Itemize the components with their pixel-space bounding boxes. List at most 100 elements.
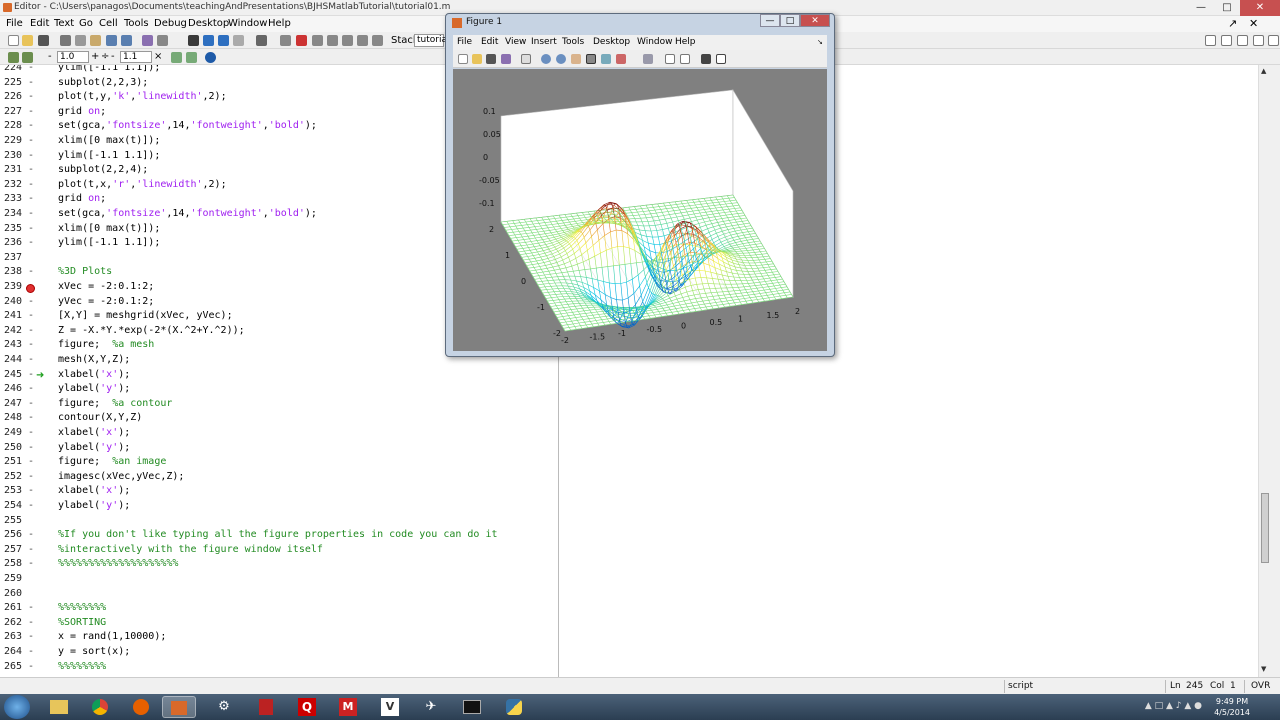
menu-help[interactable]: Help bbox=[268, 18, 291, 29]
tile-icon[interactable] bbox=[1205, 35, 1216, 46]
divide-button[interactable]: ÷ bbox=[101, 51, 109, 62]
breakpoint-gutter[interactable]: - bbox=[28, 106, 34, 117]
code-line[interactable]: 246- ylabel('y'); bbox=[0, 383, 1258, 398]
code-line[interactable]: 256- %If you don't like typing all the fi… bbox=[0, 529, 1258, 544]
menu-desktop[interactable]: Desktop bbox=[188, 18, 229, 29]
scroll-up-icon[interactable]: ▲ bbox=[1261, 67, 1270, 75]
matlab-task-icon[interactable] bbox=[162, 696, 196, 718]
cell-icon[interactable] bbox=[8, 52, 19, 63]
link-plot-icon[interactable] bbox=[643, 54, 653, 64]
figure-window[interactable]: Figure 1 — □ ✕ File Edit View Insert Too… bbox=[445, 13, 835, 357]
breakpoint-gutter[interactable]: - bbox=[28, 500, 34, 511]
set-breakpoint-icon[interactable] bbox=[280, 35, 291, 46]
menu-tools[interactable]: Tools bbox=[124, 18, 149, 29]
breakpoint-gutter[interactable]: - bbox=[28, 164, 34, 175]
figure-menu-help[interactable]: Help bbox=[675, 37, 696, 47]
code-line[interactable]: 248- contour(X,Y,Z) bbox=[0, 412, 1258, 427]
maximize-button[interactable]: □ bbox=[1214, 0, 1240, 16]
close-button[interactable]: ✕ bbox=[1240, 0, 1280, 16]
eval-advance-icon[interactable] bbox=[186, 52, 197, 63]
figure-canvas[interactable]: 0.1 0.05 0 -0.05 -0.1 2 1 0 -1 -2 -2 -1.5 -1 -0.5 0 0.5… bbox=[453, 69, 827, 351]
cell-run-icon[interactable] bbox=[22, 52, 33, 63]
breakpoint-gutter[interactable]: - bbox=[28, 325, 34, 336]
breakpoint-gutter[interactable]: - bbox=[28, 427, 34, 438]
system-tray[interactable]: ▲ □ ▲ ♪ ▲ ● bbox=[1145, 701, 1202, 711]
zoom-in-icon[interactable] bbox=[541, 54, 551, 64]
code-line[interactable]: 264- y = sort(x); bbox=[0, 646, 1258, 661]
explorer-icon[interactable] bbox=[42, 696, 76, 718]
breakpoint-gutter[interactable]: - bbox=[28, 77, 34, 88]
colorbar-icon[interactable] bbox=[665, 54, 675, 64]
decrement-2-button[interactable]: - bbox=[111, 51, 115, 62]
code-line[interactable]: 262- %SORTING bbox=[0, 617, 1258, 632]
figure-print-icon[interactable] bbox=[501, 54, 511, 64]
pointer-icon[interactable] bbox=[521, 54, 531, 64]
python-icon[interactable] bbox=[497, 696, 531, 718]
step-icon[interactable] bbox=[312, 35, 323, 46]
float-icon[interactable] bbox=[1253, 35, 1264, 46]
breakpoint-gutter[interactable]: - bbox=[28, 91, 34, 102]
figure-menu-edit[interactable]: Edit bbox=[481, 37, 498, 47]
figure-menu-desktop[interactable]: Desktop bbox=[593, 37, 630, 47]
quicken-icon[interactable]: Q bbox=[290, 696, 324, 718]
breakpoint-gutter[interactable]: - bbox=[28, 237, 34, 248]
breakpoint-gutter[interactable]: - bbox=[28, 646, 34, 657]
mesh-plot[interactable]: 0.1 0.05 0 -0.05 -0.1 2 1 0 -1 -2-2 -1.5 -1 -0.5 0 0.5… bbox=[453, 69, 827, 351]
copy-icon[interactable] bbox=[75, 35, 86, 46]
show-plot-tools-icon[interactable] bbox=[716, 54, 726, 64]
data-cursor-icon[interactable] bbox=[601, 54, 611, 64]
code-line[interactable]: 249- xlabel('x'); bbox=[0, 427, 1258, 442]
breakpoint-gutter[interactable]: - bbox=[28, 544, 34, 555]
terminal-icon[interactable] bbox=[455, 696, 489, 718]
code-line[interactable]: 255 bbox=[0, 515, 1258, 530]
figure-maximize-button[interactable]: □ bbox=[780, 14, 800, 27]
breakpoint-gutter[interactable]: - bbox=[28, 150, 34, 161]
step-out-icon[interactable] bbox=[342, 35, 353, 46]
pan-icon[interactable] bbox=[571, 54, 581, 64]
cut-icon[interactable] bbox=[60, 35, 71, 46]
cell-value-1[interactable]: 1.0 bbox=[57, 51, 89, 63]
stack-select[interactable]: tutorial bbox=[414, 34, 449, 47]
breakpoint-gutter[interactable]: - bbox=[28, 383, 34, 394]
new-file-icon[interactable] bbox=[8, 35, 19, 46]
breakpoint-gutter[interactable]: - bbox=[28, 179, 34, 190]
breakpoint-gutter[interactable]: - bbox=[28, 661, 34, 672]
breakpoint-gutter[interactable]: - bbox=[28, 120, 34, 131]
breakpoint-gutter[interactable]: - bbox=[28, 398, 34, 409]
help-icon[interactable] bbox=[205, 52, 216, 63]
zoom-out-icon[interactable] bbox=[556, 54, 566, 64]
breakpoint-gutter[interactable]: - bbox=[28, 631, 34, 642]
menu-window[interactable]: Window bbox=[228, 18, 267, 29]
save-icon[interactable] bbox=[38, 35, 49, 46]
breakpoint-icon[interactable] bbox=[26, 284, 35, 293]
breakpoint-gutter[interactable]: - bbox=[28, 65, 34, 73]
split-horizontal-icon[interactable] bbox=[1221, 35, 1232, 46]
breakpoint-gutter[interactable]: - bbox=[28, 208, 34, 219]
breakpoint-gutter[interactable]: - bbox=[28, 485, 34, 496]
figure-open-icon[interactable] bbox=[472, 54, 482, 64]
split-vertical-icon[interactable] bbox=[1237, 35, 1248, 46]
vertical-scrollbar[interactable]: ▲ ▼ bbox=[1258, 65, 1280, 677]
breakpoint-gutter[interactable]: - bbox=[28, 602, 34, 613]
vim-icon[interactable]: V bbox=[373, 696, 407, 718]
scroll-thumb[interactable] bbox=[1261, 493, 1269, 563]
menu-edit[interactable]: Edit bbox=[30, 18, 49, 29]
binoculars-icon[interactable] bbox=[188, 35, 199, 46]
figure-menu-window[interactable]: Window bbox=[637, 37, 673, 47]
find-icon[interactable] bbox=[157, 35, 168, 46]
step-in-icon[interactable] bbox=[327, 35, 338, 46]
chrome-icon[interactable] bbox=[83, 696, 117, 718]
code-line[interactable]: 245- xlabel('x'); bbox=[0, 369, 1258, 384]
figure-new-icon[interactable] bbox=[458, 54, 468, 64]
forward-icon[interactable] bbox=[218, 35, 229, 46]
scroll-down-icon[interactable]: ▼ bbox=[1261, 665, 1270, 673]
breakpoint-gutter[interactable]: - bbox=[28, 339, 34, 350]
eval-cell-icon[interactable] bbox=[171, 52, 182, 63]
breakpoint-gutter[interactable]: - bbox=[28, 412, 34, 423]
breakpoint-gutter[interactable]: - bbox=[28, 529, 34, 540]
breakpoint-gutter[interactable]: - bbox=[28, 266, 34, 277]
breakpoint-gutter[interactable]: - bbox=[28, 617, 34, 628]
mathematica-icon[interactable]: M bbox=[331, 696, 365, 718]
legend-icon[interactable] bbox=[680, 54, 690, 64]
menu-file[interactable]: File bbox=[6, 18, 23, 29]
